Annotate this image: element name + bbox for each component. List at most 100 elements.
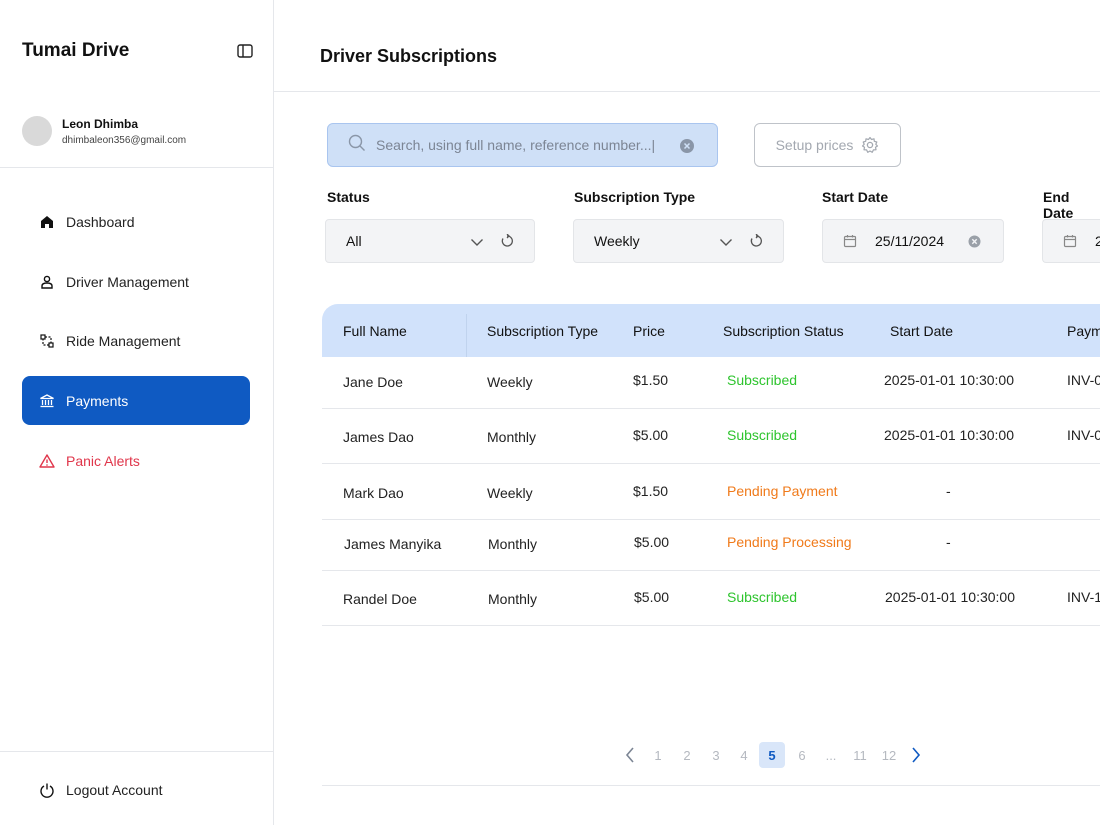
start-date-picker[interactable]: 25/11/2024 bbox=[822, 219, 1004, 263]
cell-price: $5.00 bbox=[634, 589, 670, 605]
cell-price: $5.00 bbox=[633, 427, 669, 443]
sidebar-item-label: Driver Management bbox=[66, 273, 189, 290]
page-link[interactable]: 3 bbox=[709, 742, 723, 768]
page-title: Driver Subscriptions bbox=[320, 46, 498, 66]
cell-full-name: James Manyika bbox=[344, 536, 442, 552]
page-link[interactable]: 2 bbox=[680, 742, 694, 768]
cell-full-name: Randel Doe bbox=[343, 591, 417, 607]
cell-start-date: - bbox=[946, 534, 951, 550]
prev-page-icon[interactable] bbox=[620, 742, 640, 768]
page-link[interactable]: 1 bbox=[651, 742, 665, 768]
cell-subscription-type: Weekly bbox=[487, 485, 533, 501]
reset-icon[interactable] bbox=[500, 233, 514, 251]
cell-subscription-type: Monthly bbox=[488, 536, 538, 552]
subscription-type-filter-label: Subscription Type bbox=[574, 189, 696, 205]
cell-full-name: Jane Doe bbox=[343, 374, 403, 390]
subscription-type-value: Weekly bbox=[594, 233, 640, 249]
sidebar-item-label: Dashboard bbox=[66, 213, 135, 230]
table-header: Full Name Subscription Type Price Subscr… bbox=[322, 304, 1100, 357]
clear-search-icon[interactable] bbox=[679, 138, 695, 159]
user-name: Leon Dhimba bbox=[62, 116, 139, 131]
sidebar-toggle-icon[interactable] bbox=[237, 44, 253, 58]
page-link[interactable]: 4 bbox=[737, 742, 751, 768]
subscription-type-select[interactable]: Weekly bbox=[573, 219, 784, 263]
avatar bbox=[22, 116, 52, 146]
gear-icon bbox=[861, 136, 879, 154]
warning-icon bbox=[38, 452, 56, 470]
page-link[interactable]: 12 bbox=[880, 742, 898, 768]
subscriptions-table: Full Name Subscription Type Price Subscr… bbox=[322, 304, 1100, 626]
column-header[interactable]: Full Name bbox=[343, 323, 407, 339]
setup-prices-button[interactable]: Setup prices bbox=[754, 123, 901, 167]
bank-icon bbox=[38, 392, 56, 410]
table-row[interactable]: Mark Dao Weekly $1.50 Pending Payment - bbox=[322, 464, 1100, 520]
reset-icon[interactable] bbox=[749, 233, 763, 251]
column-header[interactable]: Paym bbox=[1067, 323, 1100, 339]
status-select-value: All bbox=[346, 233, 362, 249]
user-profile[interactable]: Leon Dhimba dhimbaleon356@gmail.com bbox=[22, 116, 186, 146]
sidebar-divider bbox=[0, 167, 273, 168]
cell-subscription-status: Pending Payment bbox=[727, 483, 838, 499]
cell-subscription-status: Pending Processing bbox=[727, 534, 852, 550]
sidebar-item-driver-management[interactable]: Driver Management bbox=[22, 257, 250, 306]
next-page-icon[interactable] bbox=[906, 742, 926, 768]
column-header[interactable]: Subscription Type bbox=[487, 323, 598, 339]
chevron-down-icon bbox=[470, 235, 484, 252]
status-filter-label: Status bbox=[327, 189, 370, 205]
end-date-filter-label: End Date bbox=[1043, 189, 1074, 221]
power-icon bbox=[38, 781, 56, 799]
page-link[interactable]: 11 bbox=[851, 742, 869, 768]
cell-start-date: 2025-01-01 10:30:00 bbox=[885, 589, 1015, 605]
footer-divider bbox=[322, 785, 1100, 786]
table-row[interactable]: James Dao Monthly $5.00 Subscribed 2025-… bbox=[322, 409, 1100, 464]
sidebar-item-label: Panic Alerts bbox=[66, 452, 140, 469]
cell-price: $5.00 bbox=[634, 534, 670, 550]
sidebar: Tumai Drive Leon Dhimba dhimbaleon356@gm… bbox=[0, 0, 274, 825]
cell-payment: INV-1 bbox=[1067, 589, 1100, 605]
column-header[interactable]: Price bbox=[633, 323, 665, 339]
end-date-value: 2 bbox=[1095, 233, 1100, 249]
cell-price: $1.50 bbox=[633, 372, 669, 388]
search-icon bbox=[348, 134, 366, 157]
table-row[interactable]: Jane Doe Weekly $1.50 Subscribed 2025-01… bbox=[322, 357, 1100, 409]
sidebar-item-payments[interactable]: Payments bbox=[22, 376, 250, 425]
sidebar-item-label: Ride Management bbox=[66, 332, 181, 349]
cell-subscription-type: Weekly bbox=[487, 374, 533, 390]
home-icon bbox=[38, 213, 56, 231]
cell-subscription-type: Monthly bbox=[488, 591, 538, 607]
cell-payment: INV-0 bbox=[1067, 372, 1100, 388]
sidebar-item-ride-management[interactable]: Ride Management bbox=[22, 316, 250, 365]
cell-payment: INV-0 bbox=[1067, 427, 1100, 443]
logout-label: Logout Account bbox=[66, 781, 163, 798]
sidebar-item-panic-alerts[interactable]: Panic Alerts bbox=[22, 436, 250, 485]
cell-subscription-type: Monthly bbox=[487, 429, 537, 445]
page-link[interactable]: 6 bbox=[795, 742, 809, 768]
status-select[interactable]: All bbox=[325, 219, 535, 263]
sidebar-divider bbox=[0, 751, 273, 752]
column-header[interactable]: Subscription Status bbox=[723, 323, 844, 339]
page-link-current[interactable]: 5 bbox=[759, 742, 785, 768]
cell-start-date: 2025-01-01 10:30:00 bbox=[884, 372, 1014, 388]
sidebar-item-dashboard[interactable]: Dashboard bbox=[22, 197, 250, 246]
setup-prices-label: Setup prices bbox=[775, 137, 854, 153]
cell-price: $1.50 bbox=[633, 483, 669, 499]
logout-button[interactable]: Logout Account bbox=[22, 765, 250, 814]
start-date-value: 25/11/2024 bbox=[875, 233, 945, 249]
cell-full-name: James Dao bbox=[343, 429, 414, 445]
cell-subscription-status: Subscribed bbox=[727, 372, 798, 388]
clear-date-icon[interactable] bbox=[968, 235, 981, 251]
table-row[interactable]: James Manyika Monthly $5.00 Pending Proc… bbox=[322, 520, 1100, 571]
sidebar-item-label: Payments bbox=[66, 392, 129, 409]
header-divider bbox=[274, 91, 1100, 92]
app-brand: Tumai Drive bbox=[22, 40, 130, 61]
column-divider bbox=[466, 314, 467, 357]
search-bar[interactable] bbox=[327, 123, 718, 167]
calendar-icon bbox=[843, 234, 857, 248]
user-email: dhimbaleon356@gmail.com bbox=[62, 134, 187, 146]
cell-subscription-status: Subscribed bbox=[727, 427, 798, 443]
end-date-picker[interactable]: 2 bbox=[1042, 219, 1100, 263]
user-icon bbox=[38, 273, 56, 291]
search-input[interactable] bbox=[376, 137, 666, 153]
table-row[interactable]: Randel Doe Monthly $5.00 Subscribed 2025… bbox=[322, 571, 1100, 626]
column-header[interactable]: Start Date bbox=[890, 323, 953, 339]
